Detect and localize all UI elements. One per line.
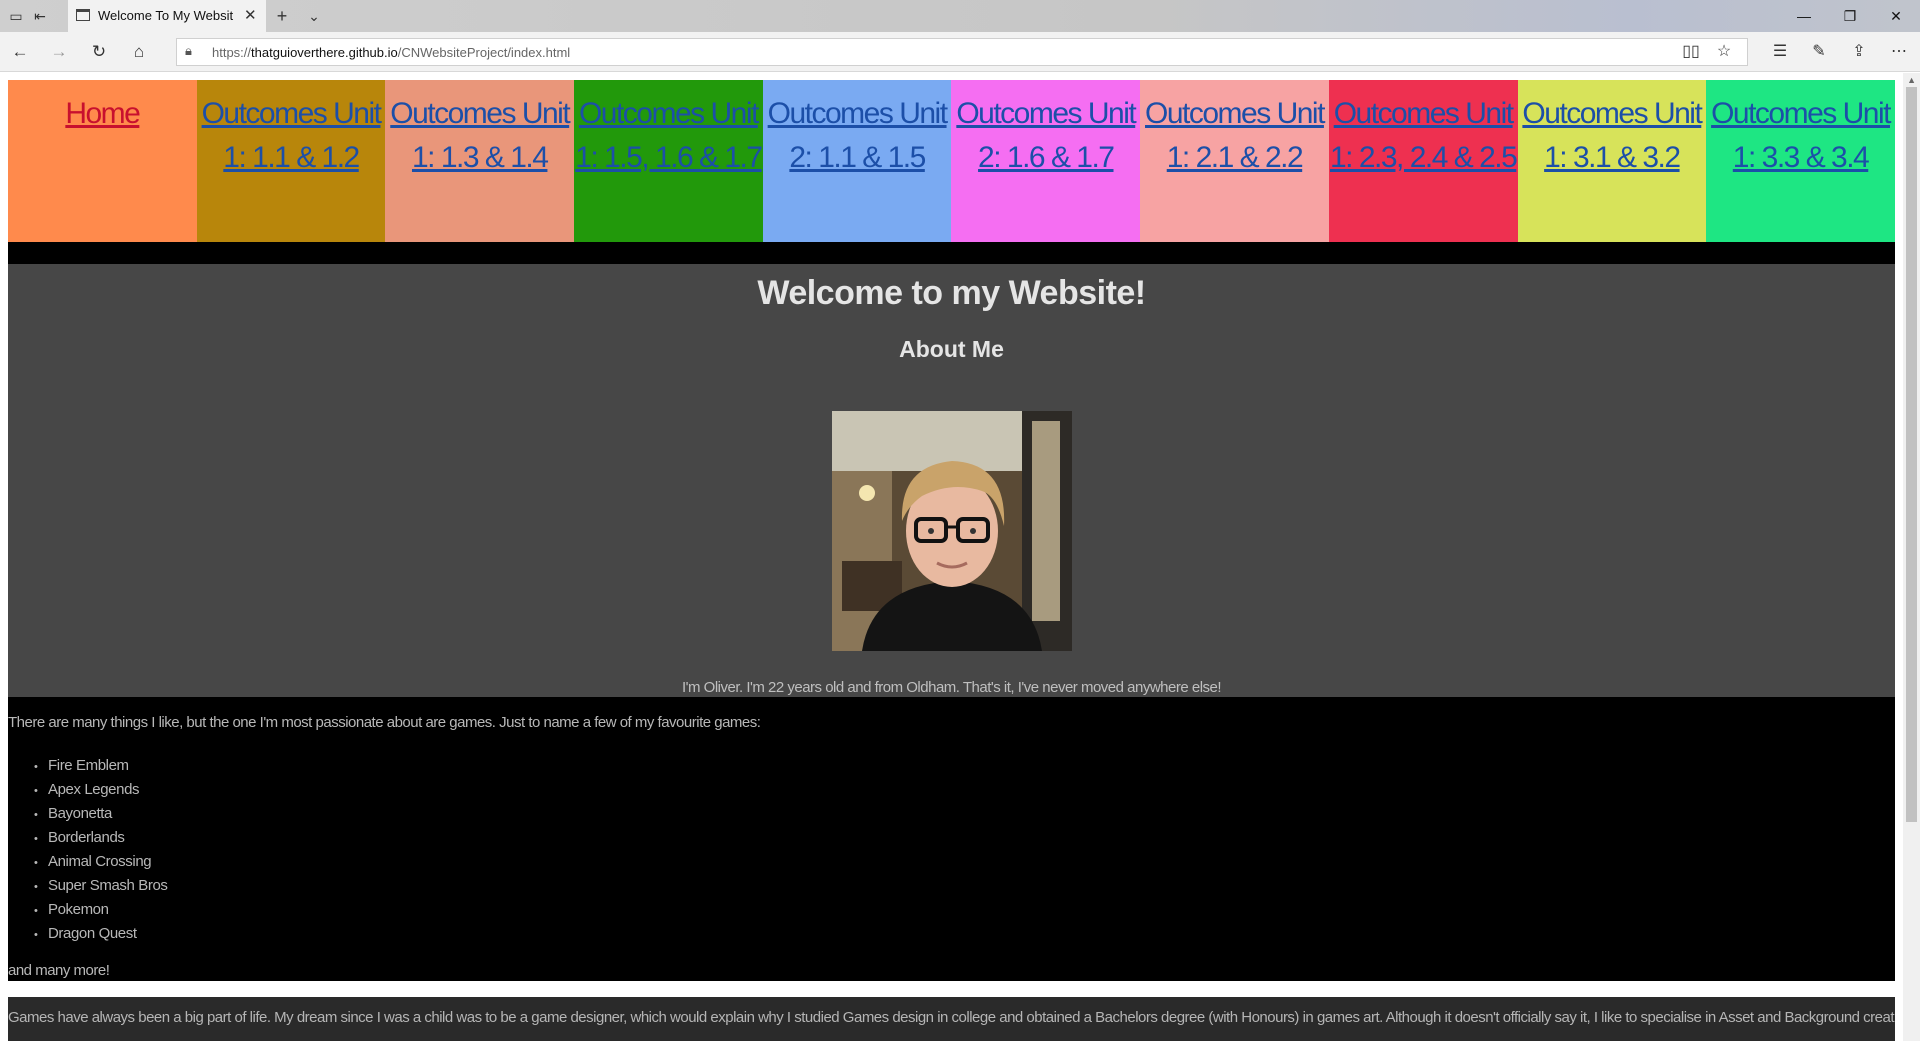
profile-photo bbox=[832, 411, 1072, 651]
site-navigation: Home Outcomes Unit 1: 1.1 & 1.2 Outcomes… bbox=[8, 80, 1895, 242]
nav-item-unit1-2-3: Outcomes Unit 1: 2.3, 2.4 & 2.5 bbox=[1328, 80, 1518, 242]
restore-icon[interactable]: ❐ bbox=[1830, 4, 1870, 28]
more-menu-icon[interactable]: ⋯ bbox=[1888, 41, 1910, 63]
nav-link-unit1-3-3[interactable]: Outcomes Unit 1: 3.3 & 3.4 bbox=[1711, 97, 1891, 174]
nav-link-unit1-1-5[interactable]: Outcomes Unit 1: 1.5, 1.6 & 1.7 bbox=[575, 97, 763, 174]
list-item: Borderlands bbox=[34, 826, 168, 850]
nav-item-unit1-2-1: Outcomes Unit 1: 2.1 & 2.2 bbox=[1140, 80, 1329, 242]
nav-link-unit1-1-1[interactable]: Outcomes Unit 1: 1.1 & 1.2 bbox=[202, 97, 382, 174]
about-section: Welcome to my Website! About Me I'm Oliv… bbox=[8, 264, 1895, 697]
address-field[interactable]: 🔒︎ https://thatguioverthere.github.io/CN… bbox=[176, 38, 1748, 66]
web-note-pen-icon[interactable]: ✎ bbox=[1808, 41, 1830, 63]
scroll-thumb[interactable] bbox=[1906, 87, 1917, 822]
refresh-icon[interactable]: ↻ bbox=[88, 41, 110, 63]
tab-actions-icon[interactable]: ▭ bbox=[6, 6, 26, 26]
browser-tab[interactable]: Welcome To My Websit ✕ bbox=[68, 0, 266, 32]
favorites-hub-icon[interactable]: ☰ bbox=[1769, 41, 1791, 63]
list-item: Bayonetta bbox=[34, 802, 168, 826]
bio-text: I'm Oliver. I'm 22 years old and from Ol… bbox=[681, 679, 1222, 696]
browser-toolbar: ← → ↻ ⌂ 🔒︎ https://thatguioverthere.gith… bbox=[0, 32, 1920, 72]
list-item: Apex Legends bbox=[34, 778, 168, 802]
games-outro: and many more! bbox=[8, 962, 110, 979]
back-icon[interactable]: ← bbox=[9, 41, 31, 63]
lock-icon: 🔒︎ bbox=[185, 43, 192, 58]
page-viewport: Home Outcomes Unit 1: 1.1 & 1.2 Outcomes… bbox=[0, 73, 1920, 1041]
nav-link-unit1-2-3[interactable]: Outcomes Unit 1: 2.3, 2.4 & 2.5 bbox=[1330, 97, 1518, 174]
nav-item-unit2-1-6: Outcomes Unit 2: 1.6 & 1.7 bbox=[951, 80, 1141, 242]
list-item: Super Smash Bros bbox=[34, 874, 168, 898]
nav-item-unit2-1-1: Outcomes Unit 2: 1.1 & 1.5 bbox=[762, 80, 952, 242]
nav-link-unit1-1-3[interactable]: Outcomes Unit 1: 1.3 & 1.4 bbox=[390, 97, 570, 174]
set-aside-tabs-icon[interactable]: ⇤ bbox=[30, 6, 50, 26]
games-intro: There are many things I like, but the on… bbox=[8, 714, 761, 731]
list-item: Animal Crossing bbox=[34, 850, 168, 874]
vertical-scrollbar[interactable]: ▲ bbox=[1903, 73, 1920, 1041]
list-item: Fire Emblem bbox=[34, 754, 168, 778]
page-title: Welcome to my Website! bbox=[757, 274, 1146, 312]
nav-item-unit1-1-3: Outcomes Unit 1: 1.3 & 1.4 bbox=[385, 80, 575, 242]
nav-link-unit1-2-1[interactable]: Outcomes Unit 1: 2.1 & 2.2 bbox=[1145, 97, 1325, 174]
url-text: https://thatguioverthere.github.io/CNWeb… bbox=[212, 45, 571, 60]
games-list: Fire Emblem Apex Legends Bayonetta Borde… bbox=[34, 754, 168, 946]
games-section: There are many things I like, but the on… bbox=[8, 697, 1895, 981]
nav-link-unit2-1-6[interactable]: Outcomes Unit 2: 1.6 & 1.7 bbox=[956, 97, 1136, 174]
nav-link-home[interactable]: Home bbox=[65, 97, 141, 130]
nav-item-unit1-3-1: Outcomes Unit 1: 3.1 & 3.2 bbox=[1517, 80, 1707, 242]
minimize-icon[interactable]: — bbox=[1784, 4, 1824, 28]
share-icon[interactable]: ⇪ bbox=[1848, 41, 1870, 63]
browser-tab-bar: ▭ ⇤ Welcome To My Websit ✕ + ⌄ — ❐ ✕ bbox=[0, 0, 1920, 32]
favorite-star-icon[interactable]: ☆ bbox=[1713, 41, 1735, 63]
nav-item-unit1-3-3: Outcomes Unit 1: 3.3 & 3.4 bbox=[1706, 80, 1895, 242]
page-favicon-icon bbox=[76, 9, 90, 21]
reading-view-icon[interactable]: ▯▯ bbox=[1680, 41, 1702, 63]
tab-preview-chevron-icon[interactable]: ⌄ bbox=[304, 6, 324, 26]
close-window-icon[interactable]: ✕ bbox=[1876, 4, 1916, 28]
nav-link-unit1-3-1[interactable]: Outcomes Unit 1: 3.1 & 3.2 bbox=[1522, 97, 1702, 174]
about-heading: About Me bbox=[899, 336, 1004, 362]
list-item: Pokemon bbox=[34, 898, 168, 922]
divider-bar bbox=[8, 242, 1895, 264]
section-gap bbox=[8, 981, 1895, 997]
tab-title: Welcome To My Websit bbox=[98, 8, 234, 23]
scroll-up-arrow-icon[interactable]: ▲ bbox=[1907, 75, 1916, 85]
list-item: Dragon Quest bbox=[34, 922, 168, 946]
nav-link-unit2-1-1[interactable]: Outcomes Unit 2: 1.1 & 1.5 bbox=[768, 97, 948, 174]
nav-item-home: Home bbox=[8, 80, 197, 242]
nav-item-unit1-1-5: Outcomes Unit 1: 1.5, 1.6 & 1.7 bbox=[574, 80, 763, 242]
career-paragraph: Games have always been a big part of lif… bbox=[8, 997, 1895, 1041]
nav-item-unit1-1-1: Outcomes Unit 1: 1.1 & 1.2 bbox=[196, 80, 386, 242]
forward-icon[interactable]: → bbox=[48, 41, 70, 63]
new-tab-icon[interactable]: + bbox=[272, 6, 292, 26]
web-page: Home Outcomes Unit 1: 1.1 & 1.2 Outcomes… bbox=[8, 80, 1895, 1041]
home-icon[interactable]: ⌂ bbox=[128, 41, 150, 63]
close-tab-icon[interactable]: ✕ bbox=[244, 6, 257, 26]
